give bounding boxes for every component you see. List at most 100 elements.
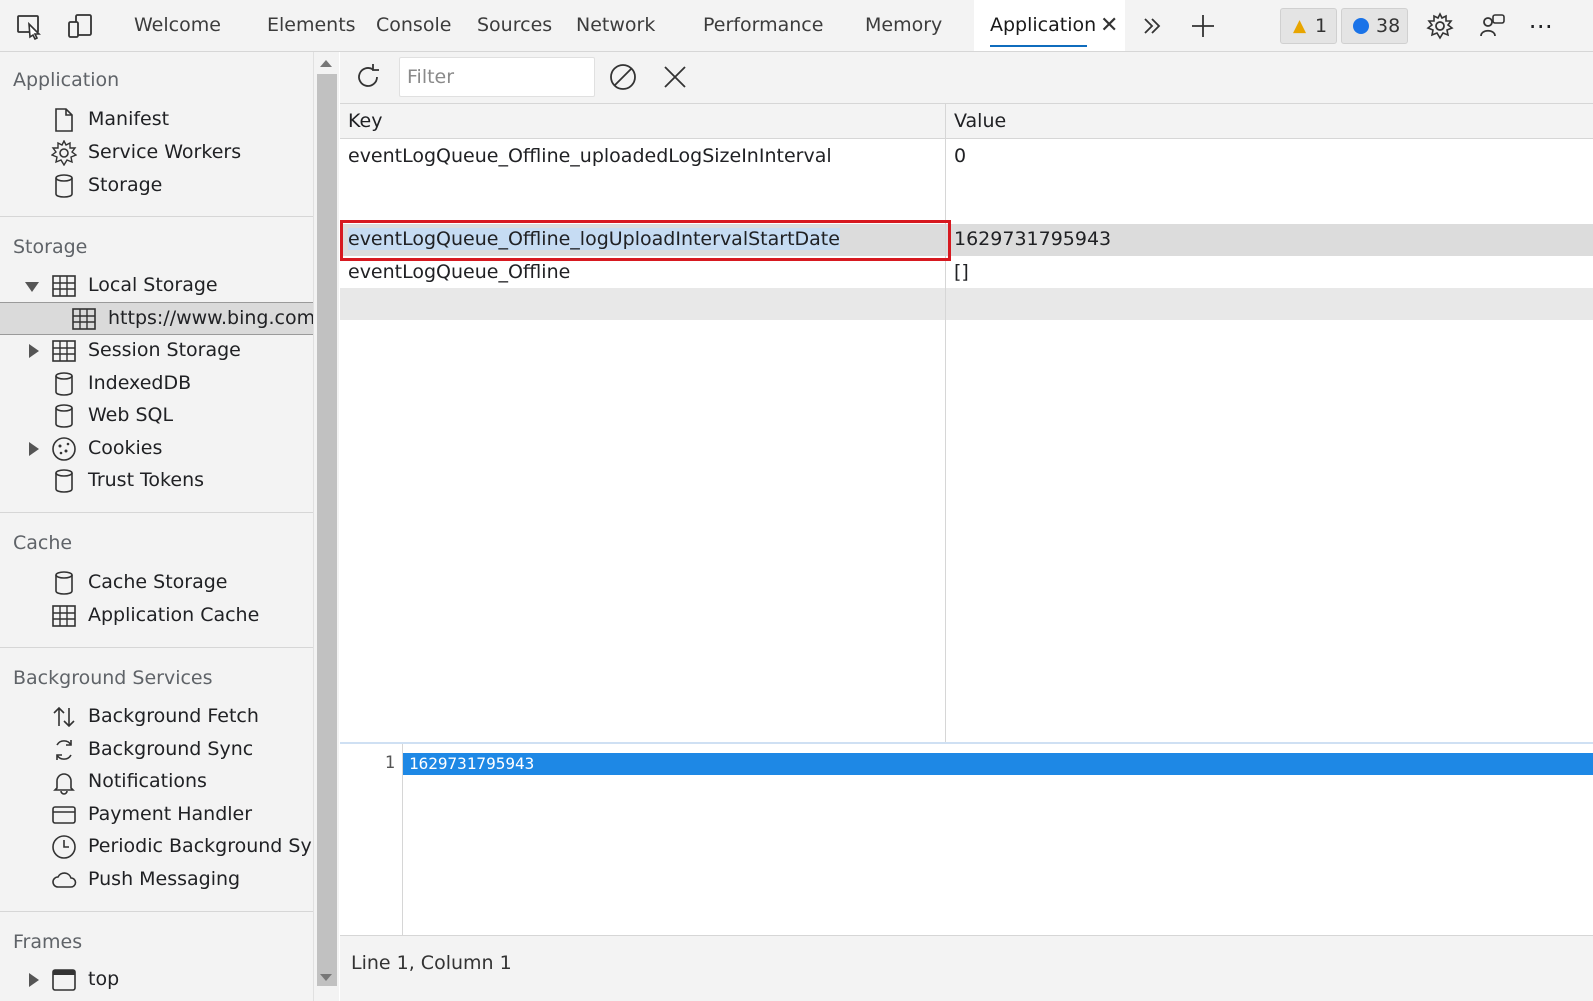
tab-elements[interactable]: Elements: [267, 0, 356, 51]
tab-welcome[interactable]: Welcome: [134, 0, 221, 51]
preview-line-value[interactable]: 1629731795943: [403, 753, 1593, 775]
tab-sources[interactable]: Sources: [477, 0, 552, 51]
scrollbar-thumb[interactable]: [317, 74, 337, 986]
tab-performance[interactable]: Performance: [703, 0, 823, 51]
sidebar-item-application-cache[interactable]: Application Cache: [0, 600, 313, 632]
table-row-empty[interactable]: [340, 288, 1593, 320]
section-application-title: Application: [13, 69, 120, 91]
messages-badge[interactable]: 38: [1341, 8, 1408, 44]
device-emulation-icon[interactable]: [62, 8, 98, 44]
settings-gear-icon[interactable]: [1422, 8, 1458, 44]
column-divider[interactable]: [945, 104, 946, 742]
section-divider: [0, 512, 313, 513]
cloud-icon: [52, 872, 77, 888]
table-row[interactable]: eventLogQueue_Offline_uploadedLogSizeInI…: [340, 140, 1593, 172]
sidebar-item-label: Web SQL: [88, 404, 174, 426]
scroll-down-arrow-icon[interactable]: [320, 974, 332, 981]
row-value: 1629731795943: [954, 228, 1112, 250]
collapsed-arrow-icon[interactable]: [29, 344, 39, 358]
section-divider: [0, 911, 313, 912]
sidebar-item-local-storage[interactable]: Local Storage: [0, 270, 313, 302]
refresh-icon[interactable]: [350, 59, 386, 95]
filter-input[interactable]: [399, 57, 595, 97]
sidebar-item-label: Notifications: [88, 770, 207, 792]
sidebar-item-label: Application Cache: [88, 604, 260, 626]
delete-selected-icon[interactable]: [657, 59, 693, 95]
sidebar-item-storage[interactable]: Storage: [0, 170, 313, 202]
frame-window-icon: [52, 969, 76, 991]
close-tab-icon[interactable]: ✕: [1100, 0, 1118, 51]
tab-console[interactable]: Console: [376, 0, 451, 51]
sidebar-item-background-sync[interactable]: Background Sync: [0, 734, 313, 766]
highlight-box: [340, 220, 951, 261]
tab-network[interactable]: Network: [576, 0, 655, 51]
sidebar-item-trust-tokens[interactable]: Trust Tokens: [0, 465, 313, 497]
row-value: 0: [954, 145, 967, 167]
sidebar-item-label: https://www.bing.com: [108, 307, 313, 329]
sidebar-item-label: Local Storage: [88, 274, 218, 296]
credit-card-icon: [52, 806, 76, 824]
feedback-icon[interactable]: [1474, 8, 1510, 44]
status-bar: Line 1, Column 1: [340, 935, 1593, 1001]
sidebar-item-payment-handler[interactable]: Payment Handler: [0, 799, 313, 831]
database-icon: [55, 404, 73, 428]
sidebar-item-label: IndexedDB: [88, 372, 192, 394]
devtools-tab-bar: Welcome Elements Console Sources Network…: [0, 0, 1593, 52]
database-icon: [55, 571, 73, 595]
sidebar-item-notifications[interactable]: Notifications: [0, 766, 313, 798]
sidebar-item-background-fetch[interactable]: Background Fetch: [0, 701, 313, 733]
section-storage-title: Storage: [13, 236, 88, 258]
sidebar-item-label: top: [88, 968, 120, 990]
section-frames-title: Frames: [13, 931, 83, 953]
sidebar-item-service-workers[interactable]: Service Workers: [0, 137, 313, 169]
sidebar-scrollbar[interactable]: [313, 52, 339, 1001]
row-key: eventLogQueue_Offline: [348, 261, 571, 283]
warnings-count: 1: [1315, 15, 1328, 37]
tab-memory[interactable]: Memory: [865, 0, 942, 51]
sidebar-item-label: Payment Handler: [88, 803, 253, 825]
more-options-icon[interactable]: ⋯: [1523, 8, 1559, 44]
storage-main-panel: Key Value eventLogQueue_Offline_uploaded…: [340, 52, 1593, 1001]
collapsed-arrow-icon[interactable]: [29, 442, 39, 456]
collapsed-arrow-icon[interactable]: [29, 973, 39, 987]
document-icon: [55, 108, 73, 132]
sidebar-item-frame-top[interactable]: top: [0, 964, 313, 996]
clock-icon: [52, 835, 76, 859]
header-key[interactable]: Key: [348, 110, 382, 132]
cursor-position: Line 1, Column 1: [351, 952, 512, 974]
storage-table: Key Value eventLogQueue_Offline_uploaded…: [340, 104, 1593, 744]
sidebar-item-local-storage-origin[interactable]: https://www.bing.com: [0, 302, 313, 335]
row-value: []: [954, 261, 969, 283]
scroll-up-arrow-icon[interactable]: [320, 60, 332, 67]
application-sidebar: Application Manifest Service Workers Sto…: [0, 52, 313, 1001]
header-value[interactable]: Value: [954, 110, 1006, 132]
row-key: eventLogQueue_Offline_uploadedLogSizeInI…: [348, 145, 832, 167]
sidebar-item-label: Periodic Background Sync: [88, 835, 313, 857]
bell-icon: [53, 773, 75, 795]
message-icon: [1353, 18, 1369, 34]
warnings-badge[interactable]: ▲ 1: [1280, 8, 1337, 44]
database-icon: [55, 469, 73, 493]
sidebar-item-indexeddb[interactable]: IndexedDB: [0, 368, 313, 400]
sidebar-item-cache-storage[interactable]: Cache Storage: [0, 567, 313, 599]
sidebar-item-web-sql[interactable]: Web SQL: [0, 400, 313, 432]
sidebar-item-periodic-background-sync[interactable]: Periodic Background Sync: [0, 831, 313, 863]
expanded-arrow-icon[interactable]: [25, 282, 39, 292]
sidebar-item-label: Trust Tokens: [88, 469, 205, 491]
active-tab-indicator: [990, 45, 1087, 47]
section-divider: [0, 216, 313, 217]
sidebar-item-cookies[interactable]: Cookies: [0, 433, 313, 465]
sidebar-item-push-messaging[interactable]: Push Messaging: [0, 864, 313, 896]
gear-icon: [51, 140, 77, 166]
inspect-element-icon[interactable]: [11, 8, 47, 44]
section-divider: [0, 647, 313, 648]
sidebar-item-manifest[interactable]: Manifest: [0, 104, 313, 136]
sidebar-item-label: Manifest: [88, 108, 170, 130]
sidebar-item-label: Session Storage: [88, 339, 241, 361]
cookie-icon: [52, 437, 76, 461]
more-tabs-icon[interactable]: [1134, 8, 1170, 44]
clear-all-icon[interactable]: [605, 59, 641, 95]
add-tab-icon[interactable]: [1185, 8, 1221, 44]
sidebar-item-session-storage[interactable]: Session Storage: [0, 335, 313, 367]
sidebar-item-label: Push Messaging: [88, 868, 241, 890]
